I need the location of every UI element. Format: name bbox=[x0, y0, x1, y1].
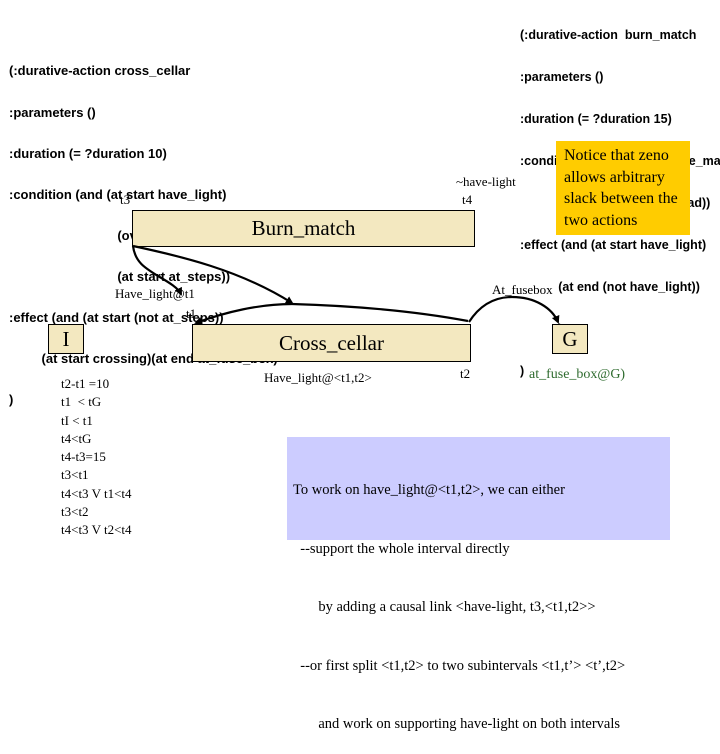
interval-arc-left bbox=[194, 302, 293, 325]
constraint: t4-t3=15 bbox=[61, 449, 106, 465]
explanation-box: To work on have_light@<t1,t2>, we can ei… bbox=[287, 437, 670, 732]
constraint: t4<tG bbox=[61, 430, 92, 446]
temporal-constraints: t2-t1 =10 t1 < tG tI < t1 t4<tG t4-t3=15… bbox=[61, 375, 132, 540]
link-arrow-at-fusebox bbox=[468, 295, 560, 324]
link-arrow-have-light-t1 bbox=[131, 245, 182, 296]
constraint: t3<t1 bbox=[61, 467, 89, 483]
explanation-line: and work on supporting have-light on bot… bbox=[293, 716, 621, 732]
constraint: t1 < tG bbox=[61, 394, 102, 410]
explanation-line: --support the whole interval directly bbox=[293, 540, 510, 557]
explanation-line: To work on have_light@<t1,t2>, we can ei… bbox=[293, 482, 565, 498]
constraint: t2-t1 =10 bbox=[61, 376, 110, 391]
explanation-line: by adding a causal link <have-light, t3,… bbox=[293, 599, 596, 615]
constraint: t4<t3 V t1<t4 bbox=[61, 485, 132, 501]
constraint: t4<t3 V t2<t4 bbox=[61, 522, 132, 538]
constraint: t3<t2 bbox=[61, 504, 89, 520]
interval-arc-right bbox=[291, 302, 469, 323]
constraint: tI < t1 bbox=[61, 412, 93, 428]
explanation-line: --or first split <t1,t2> to two subinter… bbox=[293, 657, 626, 674]
